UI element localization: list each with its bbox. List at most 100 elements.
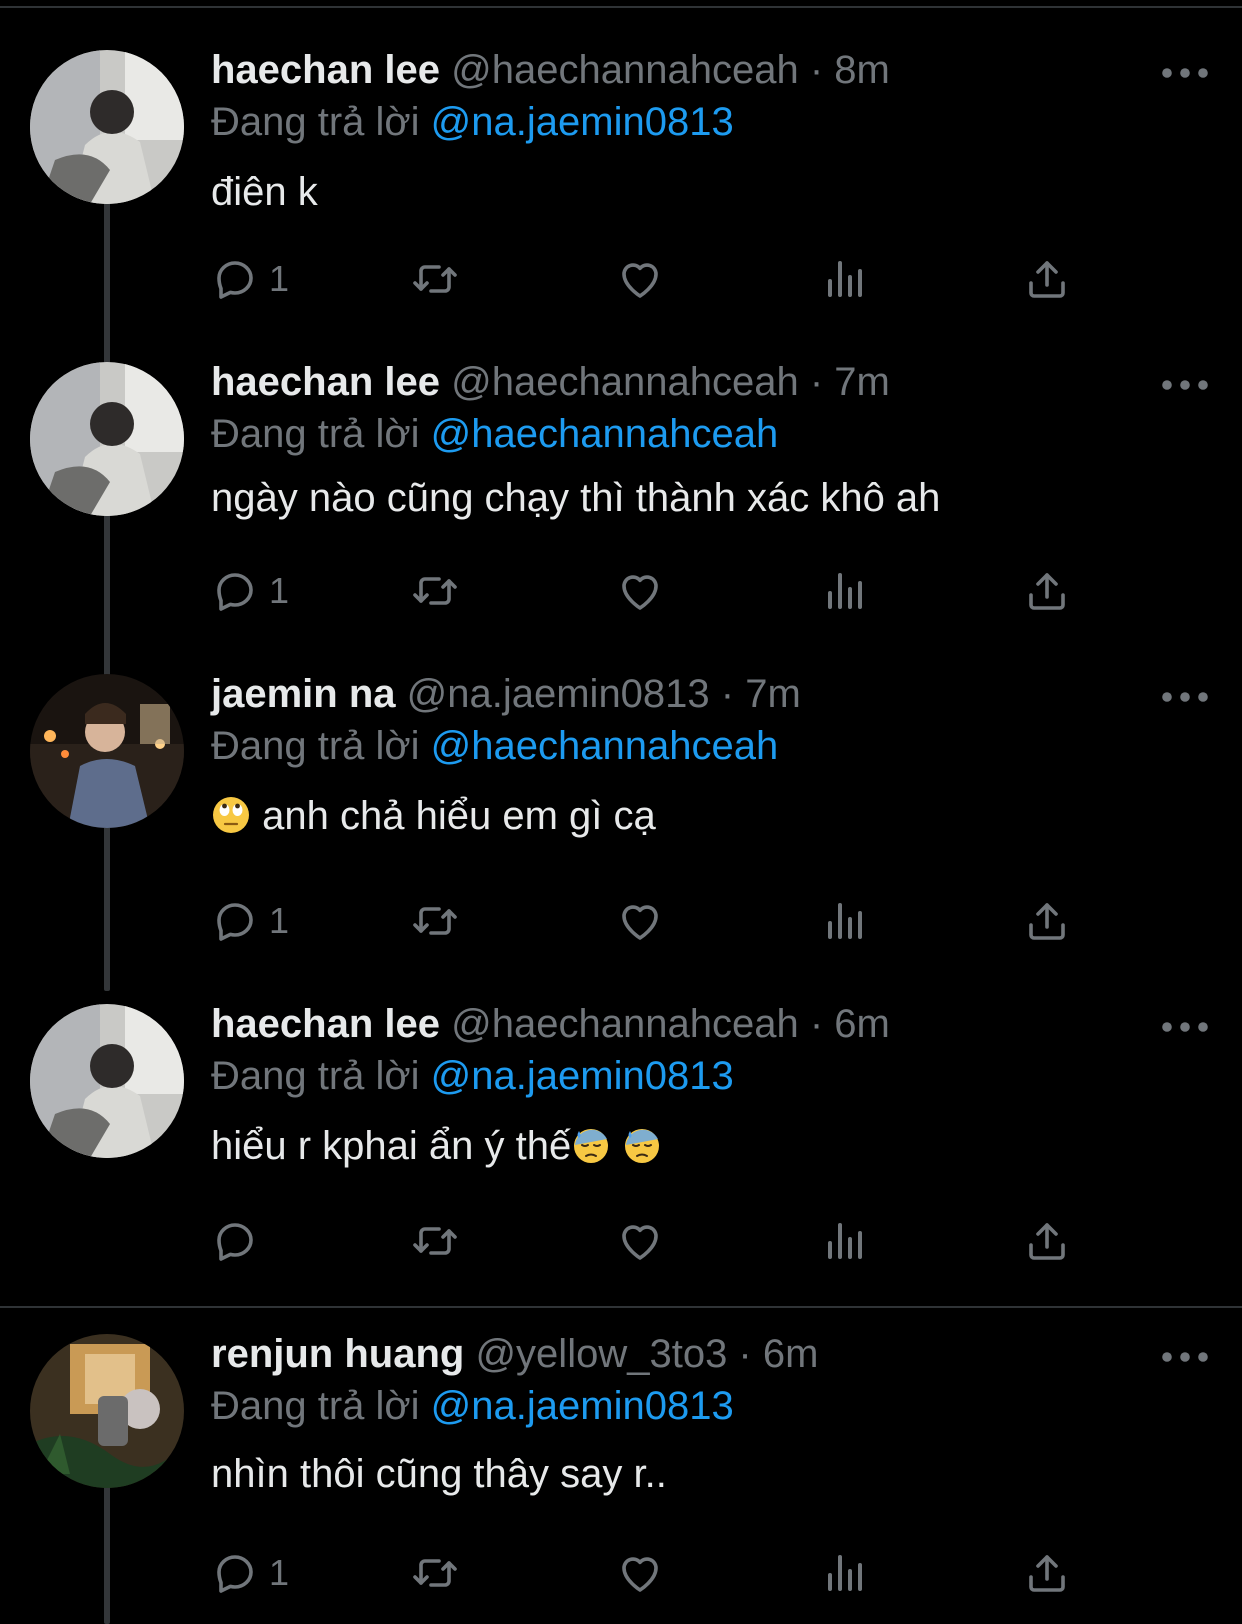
display-name[interactable]: renjun huang — [211, 1332, 464, 1376]
reply-button[interactable]: 1 — [211, 254, 289, 304]
avatar[interactable] — [30, 1334, 184, 1488]
display-name[interactable]: haechan lee — [211, 48, 440, 92]
reply-icon — [211, 567, 259, 615]
avatar[interactable] — [30, 1004, 184, 1158]
views-icon — [820, 567, 868, 615]
avatar[interactable] — [30, 50, 184, 204]
display-name[interactable]: haechan lee — [211, 1002, 440, 1046]
views-icon — [820, 255, 868, 303]
more-icon[interactable] — [1155, 1012, 1215, 1042]
like-button[interactable] — [616, 1216, 664, 1266]
handle-time[interactable]: @haechannahceah · 6m — [451, 1002, 890, 1046]
share-icon — [1023, 1549, 1071, 1597]
thread-connector — [104, 512, 110, 677]
display-name[interactable]: haechan lee — [211, 360, 440, 404]
mention-link[interactable]: @na.jaemin0813 — [431, 100, 734, 144]
replying-to: Đang trả lời @haechannahceah — [211, 722, 778, 770]
tweet-text: hiểu r kphai ẩn ý thế — [211, 1124, 572, 1168]
thread-connector — [104, 824, 110, 991]
reply-icon — [211, 897, 259, 945]
replying-to: Đang trả lời @na.jaemin0813 — [211, 98, 734, 146]
tweet-text: điên k — [211, 170, 318, 214]
handle-time[interactable]: @haechannahceah · 7m — [451, 360, 890, 404]
reply-button[interactable]: 1 — [211, 1548, 289, 1598]
share-button[interactable] — [1023, 896, 1071, 946]
views-button[interactable] — [820, 254, 868, 304]
like-button[interactable] — [616, 896, 664, 946]
face-with-rolling-eyes-emoji — [211, 795, 251, 835]
mention-link[interactable]: @haechannahceah — [431, 724, 779, 768]
downcast-face-with-sweat-emoji — [571, 1125, 611, 1165]
retweet-button[interactable] — [411, 566, 459, 616]
tweet-header: haechan lee @haechannahceah · 8m — [211, 46, 890, 94]
handle-time[interactable]: @yellow_3to3 · 6m — [475, 1332, 818, 1376]
tweet-text: ngày nào cũng chạy thì thành xác khô ah — [211, 476, 941, 520]
reply-button[interactable]: 1 — [211, 896, 289, 946]
action-bar: 1 — [211, 896, 1111, 946]
like-icon — [616, 1549, 664, 1597]
share-icon — [1023, 897, 1071, 945]
replying-to: Đang trả lời @na.jaemin0813 — [211, 1382, 734, 1430]
thread-connector — [104, 200, 110, 385]
tweet-text: nhìn thôi cũng thây say r.. — [211, 1452, 667, 1496]
tweet-header: renjun huang @yellow_3to3 · 6m — [211, 1330, 818, 1378]
like-icon — [616, 897, 664, 945]
more-icon[interactable] — [1155, 1342, 1215, 1372]
more-icon[interactable] — [1155, 58, 1215, 88]
avatar[interactable] — [30, 674, 184, 828]
handle-time[interactable]: @na.jaemin0813 · 7m — [407, 672, 801, 716]
more-icon[interactable] — [1155, 682, 1215, 712]
mention-link[interactable]: @na.jaemin0813 — [431, 1384, 734, 1428]
reply-icon — [211, 1217, 259, 1265]
retweet-icon — [411, 1549, 459, 1597]
thread-connector — [104, 1484, 110, 1624]
share-icon — [1023, 255, 1071, 303]
conversation-divider — [0, 1306, 1242, 1308]
like-icon — [616, 255, 664, 303]
handle-time[interactable]: @haechannahceah · 8m — [451, 48, 890, 92]
retweet-button[interactable] — [411, 254, 459, 304]
like-button[interactable] — [616, 566, 664, 616]
retweet-button[interactable] — [411, 1548, 459, 1598]
views-button[interactable] — [820, 1548, 868, 1598]
reply-button[interactable]: 1 — [211, 566, 289, 616]
share-icon — [1023, 1217, 1071, 1265]
reply-prefix: Đang trả lời — [211, 724, 420, 768]
action-bar: 1 — [211, 1548, 1111, 1598]
share-button[interactable] — [1023, 254, 1071, 304]
reply-count: 1 — [269, 900, 290, 941]
display-name[interactable]: jaemin na — [211, 672, 396, 716]
share-button[interactable] — [1023, 1216, 1071, 1266]
reply-count: 1 — [269, 570, 290, 611]
mention-link[interactable]: @haechannahceah — [431, 412, 779, 456]
reply-prefix: Đang trả lời — [211, 1384, 420, 1428]
views-button[interactable] — [820, 896, 868, 946]
retweet-icon — [411, 567, 459, 615]
reply-count: 1 — [269, 1552, 290, 1593]
retweet-button[interactable] — [411, 1216, 459, 1266]
reply-button[interactable] — [211, 1216, 269, 1266]
more-icon[interactable] — [1155, 370, 1215, 400]
replying-to: Đang trả lời @na.jaemin0813 — [211, 1052, 734, 1100]
retweet-icon — [411, 897, 459, 945]
top-divider — [0, 6, 1242, 8]
action-bar: 1 — [211, 254, 1111, 304]
views-icon — [820, 1217, 868, 1265]
like-button[interactable] — [616, 254, 664, 304]
share-button[interactable] — [1023, 1548, 1071, 1598]
retweet-button[interactable] — [411, 896, 459, 946]
tweet-header: haechan lee @haechannahceah · 7m — [211, 358, 890, 406]
tweet-body: anh chả hiểu em gì cạ — [211, 792, 656, 840]
tweet-header: jaemin na @na.jaemin0813 · 7m — [211, 670, 801, 718]
mention-link[interactable]: @na.jaemin0813 — [431, 1054, 734, 1098]
reply-prefix: Đang trả lời — [211, 1054, 420, 1098]
avatar[interactable] — [30, 362, 184, 516]
views-button[interactable] — [820, 1216, 868, 1266]
like-button[interactable] — [616, 1548, 664, 1598]
views-button[interactable] — [820, 566, 868, 616]
reply-count: 1 — [269, 258, 290, 299]
retweet-icon — [411, 1217, 459, 1265]
views-icon — [820, 897, 868, 945]
action-bar: 1 — [211, 566, 1111, 616]
share-button[interactable] — [1023, 566, 1071, 616]
